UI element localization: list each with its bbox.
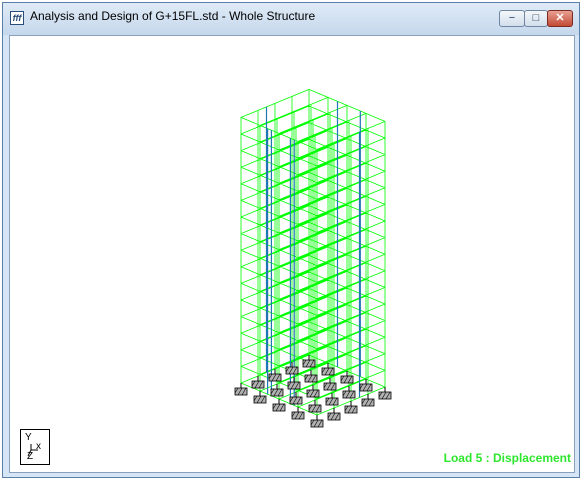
load-case-label: Load 5 : Displacement xyxy=(443,451,571,465)
close-button[interactable]: ✕ xyxy=(547,10,573,27)
axis-triad: Y x Z xyxy=(20,429,50,465)
window-title: Analysis and Design of G+15FL.std - Whol… xyxy=(30,9,316,23)
model-window[interactable]: fff Analysis and Design of G+15FL.std - … xyxy=(2,2,580,478)
axis-arrows-icon xyxy=(27,444,38,457)
window-titlebar[interactable]: fff Analysis and Design of G+15FL.std - … xyxy=(3,3,579,35)
structure-model-drawing[interactable] xyxy=(10,36,575,473)
staad-doc-icon: fff xyxy=(10,11,24,25)
structure-viewport[interactable]: Y x Z Load 5 : Displacement xyxy=(9,35,575,473)
minimize-button[interactable]: − xyxy=(499,10,525,27)
support-icon xyxy=(310,415,324,428)
maximize-button[interactable]: □ xyxy=(524,10,548,27)
